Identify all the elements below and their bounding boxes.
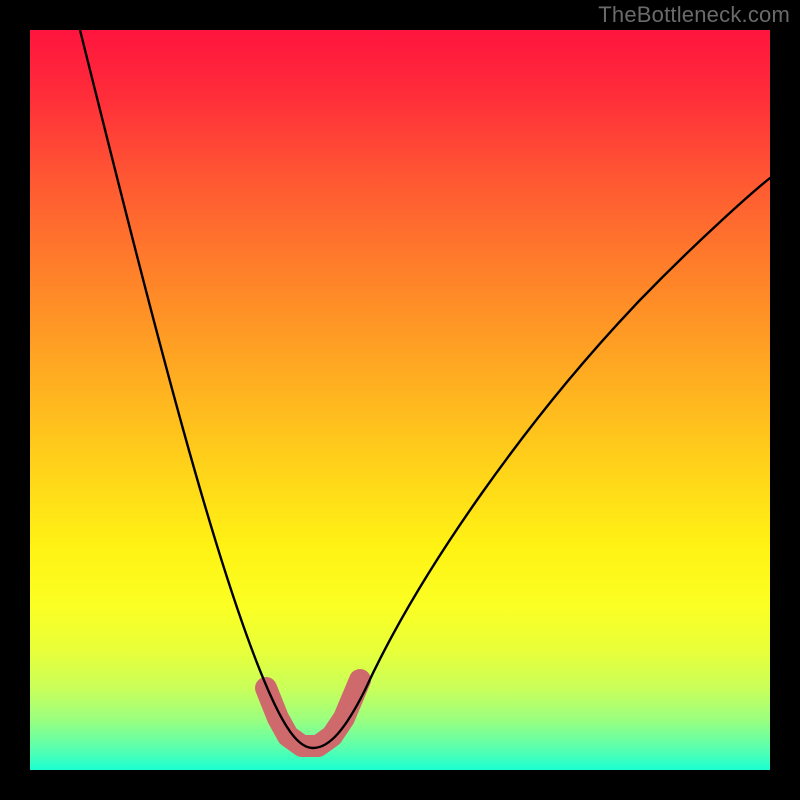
main-curve (80, 30, 770, 748)
plot-area (30, 30, 770, 770)
watermark-text: TheBottleneck.com (598, 2, 790, 28)
chart-frame: TheBottleneck.com (0, 0, 800, 800)
curve-layer (30, 30, 770, 770)
